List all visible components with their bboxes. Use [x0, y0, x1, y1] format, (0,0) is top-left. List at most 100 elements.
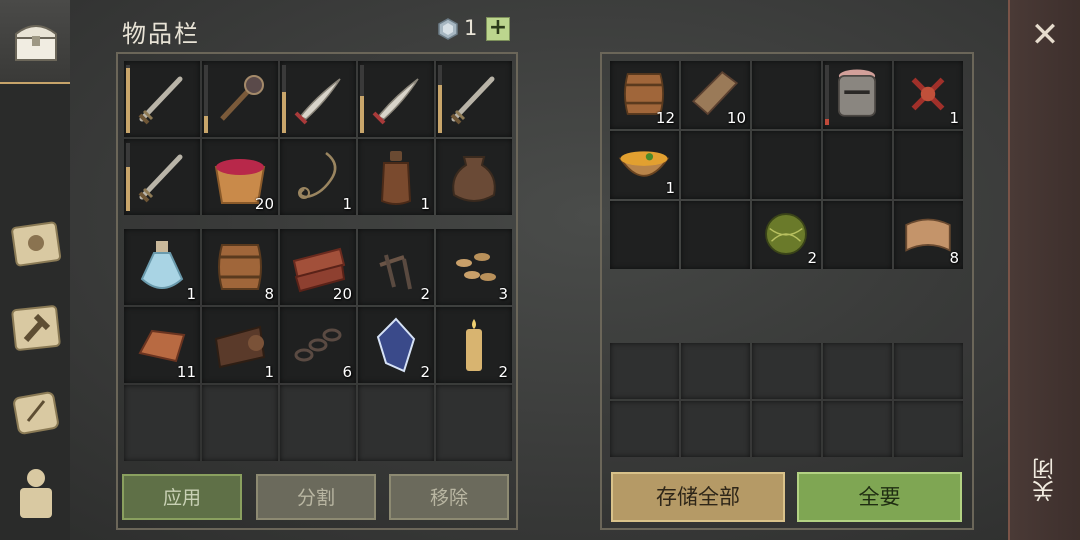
inventory-slot[interactable]: 12 [610, 61, 679, 129]
inventory-slot[interactable]: 10 [681, 61, 750, 129]
inventory-slot[interactable] [436, 61, 512, 137]
inventory-slot[interactable]: 2 [436, 307, 512, 383]
close-label[interactable]: 关闭 [1030, 458, 1060, 502]
gem-icon [438, 18, 458, 40]
chest-icon [15, 25, 57, 61]
flask-icon [380, 151, 412, 205]
empty-slot [610, 401, 679, 457]
empty-slot[interactable] [681, 131, 750, 199]
inventory-slot[interactable]: 8 [202, 229, 278, 305]
empty-slot[interactable] [823, 131, 892, 199]
item-count: 11 [176, 363, 196, 381]
inventory-slot[interactable]: 6 [280, 307, 356, 383]
scimitar-icon [294, 78, 341, 125]
tab-crafting[interactable] [8, 300, 64, 356]
item-count: 1 [264, 363, 274, 381]
close-icon[interactable]: ✕ [1030, 18, 1060, 52]
inventory-slot[interactable]: 1 [358, 139, 434, 215]
durability-bar [282, 65, 286, 133]
sword-icon [138, 76, 183, 125]
durability-bar [126, 143, 130, 211]
side-tab-rail [0, 0, 70, 540]
empty-slot[interactable] [752, 131, 821, 199]
page-title: 物品栏 [122, 20, 200, 48]
nails-icon [379, 254, 412, 290]
item-count: 20 [254, 195, 274, 213]
scimitar-icon [372, 78, 419, 125]
empty-slot [681, 401, 750, 457]
seeds-icon [456, 253, 496, 281]
sack-icon [452, 156, 496, 202]
inventory-slot[interactable]: 3 [436, 229, 512, 305]
inventory-slot[interactable]: 2 [358, 229, 434, 305]
inventory-slot[interactable] [202, 61, 278, 137]
tab-inventory[interactable] [0, 0, 70, 84]
inventory-slot[interactable]: 20 [202, 139, 278, 215]
add-gem-button[interactable]: + [486, 17, 510, 41]
inventory-slot[interactable] [436, 139, 512, 215]
tab-skills[interactable] [8, 215, 64, 271]
empty-slot[interactable] [752, 61, 821, 129]
sword-icon [138, 154, 183, 203]
inventory-slot[interactable] [358, 61, 434, 137]
empty-slot [752, 401, 821, 457]
inventory-slot[interactable]: 20 [280, 229, 356, 305]
inventory-slot[interactable]: 2 [752, 201, 821, 269]
inventory-slot[interactable]: 11 [124, 307, 200, 383]
empty-slot[interactable] [894, 131, 963, 199]
inventory-slot[interactable] [280, 61, 356, 137]
take-all-button[interactable]: 全要 [797, 472, 962, 522]
inventory-slot[interactable] [124, 139, 200, 215]
inventory-slot[interactable]: 1 [280, 139, 356, 215]
rope-icon [298, 152, 337, 199]
empty-slot [823, 343, 892, 399]
tab-character[interactable] [8, 464, 64, 520]
inventory-slot[interactable]: 1 [202, 307, 278, 383]
tab-scroll[interactable] [8, 385, 64, 441]
item-count: 8 [264, 285, 274, 303]
candle-icon [466, 319, 482, 371]
inventory-grid-top: 20 1 1 [124, 61, 512, 215]
empty-slot [610, 343, 679, 399]
store-all-button[interactable]: 存储全部 [611, 472, 785, 522]
item-count: 10 [726, 109, 746, 127]
inventory-slot[interactable]: 1 [610, 131, 679, 199]
split-button[interactable]: 分割 [256, 474, 376, 520]
item-count: 1 [420, 195, 430, 213]
storage-locked-rows [610, 343, 963, 457]
crystal-icon [376, 317, 416, 373]
item-count: 6 [342, 363, 352, 381]
empty-slot[interactable] [681, 201, 750, 269]
inventory-grid-bottom: 1 8 20 2 3 11 1 6 2 2 [124, 229, 512, 383]
empty-slot [124, 385, 200, 461]
storage-grid: 12 10 1 1 2 8 [610, 61, 963, 269]
inventory-slot[interactable]: 8 [894, 201, 963, 269]
spiked-mace-icon [220, 75, 264, 121]
empty-slot [202, 385, 278, 461]
gem-count: 1 [464, 16, 478, 40]
empty-slot[interactable] [823, 201, 892, 269]
inventory-locked-row [124, 385, 512, 461]
chain-icon [294, 328, 342, 362]
inventory-slot[interactable]: 1 [894, 61, 963, 129]
inventory-slot[interactable] [823, 61, 892, 129]
inventory-slot[interactable]: 2 [358, 307, 434, 383]
item-count: 1 [949, 109, 959, 127]
inventory-slot[interactable]: 1 [124, 229, 200, 305]
barrel-icon [218, 244, 262, 290]
item-count: 12 [655, 109, 675, 127]
knight-helmet-icon [837, 69, 877, 117]
empty-slot [823, 401, 892, 457]
item-count: 2 [498, 363, 508, 381]
potion-icon [140, 241, 184, 289]
empty-slot [280, 385, 356, 461]
apply-button[interactable]: 应用 [122, 474, 242, 520]
inventory-slot[interactable] [124, 61, 200, 137]
item-count: 8 [949, 249, 959, 267]
remove-button[interactable]: 移除 [389, 474, 509, 520]
sword-icon [450, 76, 495, 125]
durability-bar [438, 65, 442, 133]
durability-bar [204, 65, 208, 133]
empty-slot [436, 385, 512, 461]
empty-slot[interactable] [610, 201, 679, 269]
